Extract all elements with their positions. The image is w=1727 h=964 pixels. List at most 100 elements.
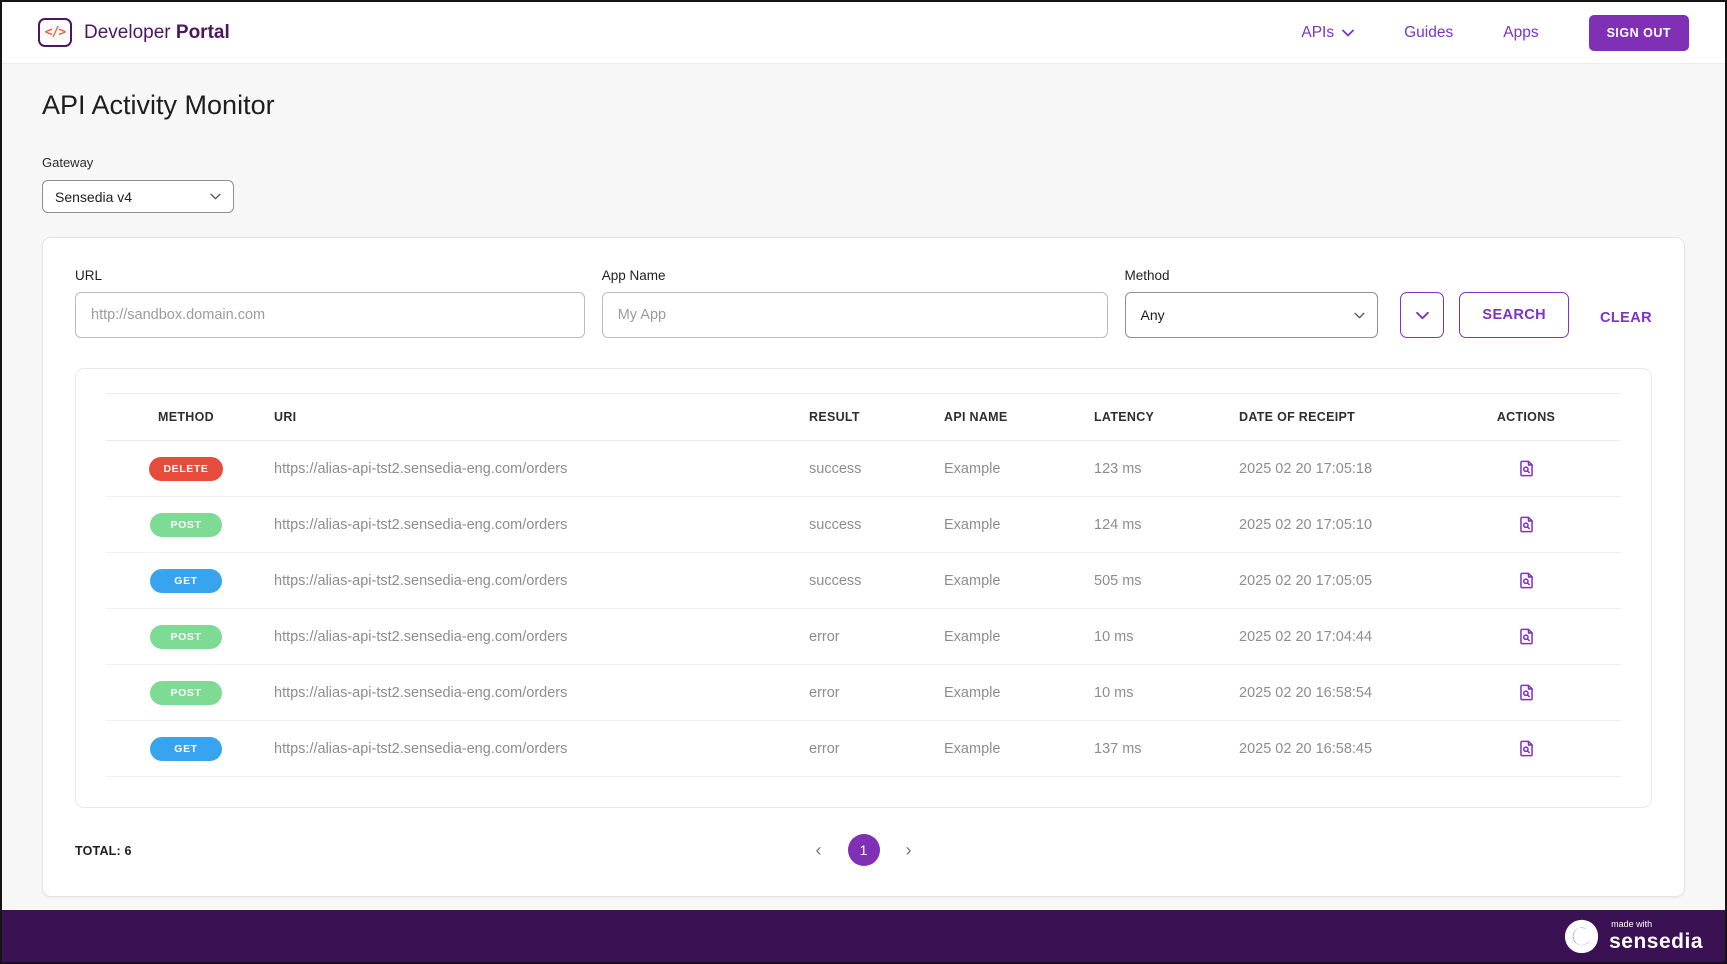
method-badge: POST [150, 513, 222, 537]
table-row: GET https://alias-api-tst2.sensedia-eng.… [106, 553, 1621, 609]
result-cell: success [801, 497, 936, 553]
previous-page-button[interactable]: ‹ [812, 837, 826, 863]
url-input[interactable] [75, 292, 585, 338]
brand-name: Developer Portal [84, 22, 230, 44]
method-badge: POST [150, 625, 222, 649]
gateway-select[interactable]: Sensedia v4 [42, 180, 234, 213]
top-header: </> Developer Portal APIs Guides Apps SI… [2, 2, 1725, 64]
result-cell: error [801, 665, 936, 721]
uri-cell: https://alias-api-tst2.sensedia-eng.com/… [266, 441, 801, 497]
date-cell: 2025 02 20 16:58:54 [1231, 665, 1431, 721]
date-cell: 2025 02 20 17:05:05 [1231, 553, 1431, 609]
nav-item-apis[interactable]: APIs [1301, 24, 1354, 42]
date-cell: 2025 02 20 16:58:45 [1231, 721, 1431, 777]
table-body: DELETE https://alias-api-tst2.sensedia-e… [106, 441, 1621, 777]
view-trace-button[interactable] [1513, 679, 1540, 706]
made-with-sensedia[interactable]: made with sensedia [1563, 918, 1703, 955]
top-nav: APIs Guides Apps SIGN OUT [1301, 15, 1689, 51]
expand-filters-button[interactable] [1400, 292, 1444, 338]
api-name-cell: Example [936, 665, 1086, 721]
date-cell: 2025 02 20 17:04:44 [1231, 609, 1431, 665]
sign-out-button[interactable]: SIGN OUT [1589, 15, 1689, 51]
file-search-icon [1517, 627, 1536, 646]
latency-cell: 10 ms [1086, 609, 1231, 665]
table-row: POST https://alias-api-tst2.sensedia-eng… [106, 609, 1621, 665]
latency-cell: 10 ms [1086, 665, 1231, 721]
column-header-latency: LATENCY [1086, 394, 1231, 441]
table-row: POST https://alias-api-tst2.sensedia-eng… [106, 497, 1621, 553]
nav-apis-label: APIs [1301, 24, 1334, 42]
result-cell: error [801, 721, 936, 777]
latency-cell: 124 ms [1086, 497, 1231, 553]
method-badge: POST [150, 681, 222, 705]
view-trace-button[interactable] [1513, 623, 1540, 650]
method-select[interactable]: Any [1125, 292, 1379, 338]
activity-table: METHOD URI RESULT API NAME LATENCY DATE … [106, 393, 1621, 777]
gateway-label: Gateway [42, 155, 1685, 170]
brand-name-regular: Developer [84, 22, 171, 43]
api-name-cell: Example [936, 441, 1086, 497]
total-count: TOTAL: 6 [75, 844, 132, 858]
brand[interactable]: </> Developer Portal [38, 18, 230, 47]
chevron-down-icon [1416, 311, 1429, 320]
latency-cell: 505 ms [1086, 553, 1231, 609]
latency-cell: 137 ms [1086, 721, 1231, 777]
method-badge: DELETE [149, 457, 222, 481]
chevron-down-icon [1342, 29, 1354, 37]
main-content: API Activity Monitor Gateway Sensedia v4… [2, 64, 1725, 910]
search-button[interactable]: SEARCH [1459, 292, 1569, 338]
file-search-icon [1517, 739, 1536, 758]
pager: ‹ 1 › [812, 834, 916, 866]
column-header-method: METHOD [106, 394, 266, 441]
app-name-input[interactable] [602, 292, 1108, 338]
view-trace-button[interactable] [1513, 511, 1540, 538]
column-header-date-of-receipt: DATE OF RECEIPT [1231, 394, 1431, 441]
sensedia-wordmark: sensedia [1609, 931, 1703, 952]
api-name-cell: Example [936, 497, 1086, 553]
date-cell: 2025 02 20 17:05:10 [1231, 497, 1431, 553]
made-with-label: made with [1611, 920, 1703, 929]
file-search-icon [1517, 459, 1536, 478]
filter-row: URL App Name Method Any [75, 268, 1652, 338]
app-name-label: App Name [602, 268, 1108, 283]
activity-monitor-card: URL App Name Method Any [42, 237, 1685, 897]
date-cell: 2025 02 20 17:05:18 [1231, 441, 1431, 497]
api-name-cell: Example [936, 609, 1086, 665]
uri-cell: https://alias-api-tst2.sensedia-eng.com/… [266, 721, 801, 777]
column-header-result: RESULT [801, 394, 936, 441]
column-header-api-name: API NAME [936, 394, 1086, 441]
column-header-uri: URI [266, 394, 801, 441]
results-table-card: METHOD URI RESULT API NAME LATENCY DATE … [75, 368, 1652, 808]
pagination-row: TOTAL: 6 ‹ 1 › [75, 834, 1652, 870]
clear-button[interactable]: CLEAR [1600, 310, 1652, 326]
view-trace-button[interactable] [1513, 735, 1540, 762]
result-cell: success [801, 553, 936, 609]
file-search-icon [1517, 571, 1536, 590]
api-name-cell: Example [936, 721, 1086, 777]
uri-cell: https://alias-api-tst2.sensedia-eng.com/… [266, 553, 801, 609]
code-logo-icon: </> [38, 18, 72, 47]
brand-name-bold: Portal [176, 22, 230, 43]
method-badge: GET [150, 569, 222, 593]
url-label: URL [75, 268, 585, 283]
page-title: API Activity Monitor [42, 90, 1685, 121]
page-1-button[interactable]: 1 [848, 834, 880, 866]
next-page-button[interactable]: › [902, 837, 916, 863]
nav-item-apps[interactable]: Apps [1503, 24, 1538, 42]
view-trace-button[interactable] [1513, 567, 1540, 594]
nav-item-guides[interactable]: Guides [1404, 24, 1453, 42]
page-footer: made with sensedia [2, 910, 1725, 962]
uri-cell: https://alias-api-tst2.sensedia-eng.com/… [266, 497, 801, 553]
method-badge: GET [150, 737, 222, 761]
result-cell: success [801, 441, 936, 497]
uri-cell: https://alias-api-tst2.sensedia-eng.com/… [266, 665, 801, 721]
file-search-icon [1517, 515, 1536, 534]
api-name-cell: Example [936, 553, 1086, 609]
table-row: GET https://alias-api-tst2.sensedia-eng.… [106, 721, 1621, 777]
sensedia-logo-icon [1563, 918, 1600, 955]
table-row: DELETE https://alias-api-tst2.sensedia-e… [106, 441, 1621, 497]
view-trace-button[interactable] [1513, 455, 1540, 482]
file-search-icon [1517, 683, 1536, 702]
result-cell: error [801, 609, 936, 665]
latency-cell: 123 ms [1086, 441, 1231, 497]
